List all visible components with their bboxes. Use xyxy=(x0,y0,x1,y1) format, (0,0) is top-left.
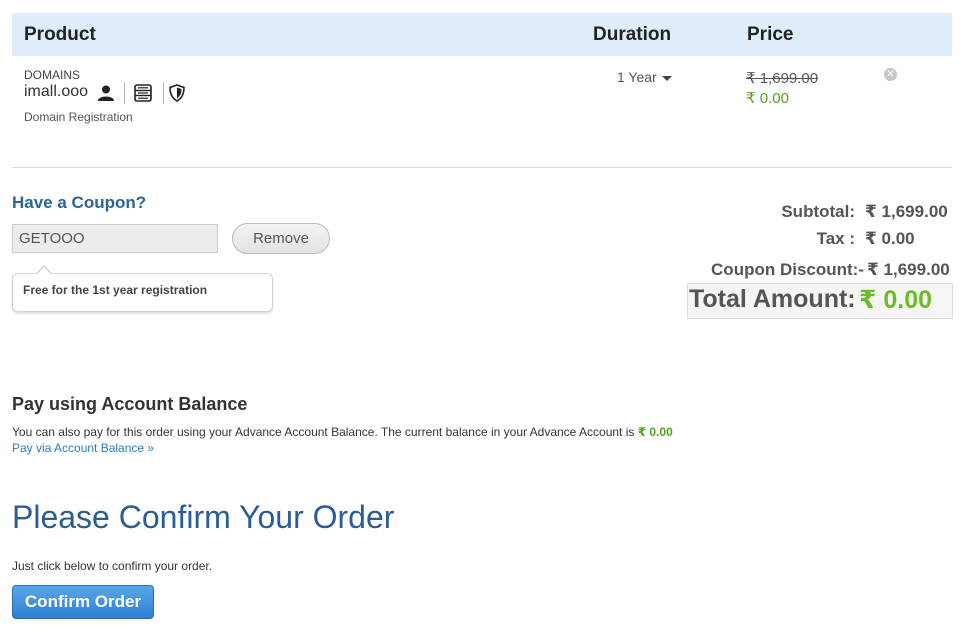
tax-value: ₹ 0.00 xyxy=(865,229,915,248)
dns-server-icon[interactable] xyxy=(132,82,154,104)
duration-value: 1 Year xyxy=(617,69,657,85)
confirm-order-button[interactable]: Confirm Order xyxy=(12,585,154,619)
coupon-title: Have a Coupon? xyxy=(12,193,147,212)
price-column-header: Price xyxy=(747,24,794,45)
cart-header xyxy=(12,13,952,56)
discounted-price: ₹ 0.00 xyxy=(746,90,789,107)
contact-privacy-icon[interactable] xyxy=(96,82,116,104)
caret-down-icon xyxy=(661,75,672,81)
subtotal-value: ₹ 1,699.00 xyxy=(865,202,948,221)
duration-column-header: Duration xyxy=(593,24,672,45)
total-amount-label: Total Amount: xyxy=(689,285,856,313)
divider xyxy=(12,167,952,168)
account-balance-amount: ₹ 0.00 xyxy=(637,425,673,439)
product-category: DOMAINS xyxy=(24,68,81,82)
coupon-message: Free for the 1st year registration xyxy=(23,283,208,297)
coupon-code-input[interactable] xyxy=(12,224,218,253)
domain-name: imall.ooo xyxy=(24,83,89,100)
account-balance-text: You can also pay for this order using yo… xyxy=(12,425,635,439)
total-amount-value: ₹ 0.00 xyxy=(859,286,932,314)
product-type: Domain Registration xyxy=(24,110,133,124)
duration-select[interactable]: 1 Year xyxy=(617,69,672,85)
coupon-discount-label: Coupon Discount:- xyxy=(711,260,864,279)
product-column-header: Product xyxy=(24,24,96,45)
confirm-order-description: Just click below to confirm your order. xyxy=(12,559,213,573)
subtotal-label: Subtotal: xyxy=(781,202,855,221)
original-price: ₹ 1,699.00 xyxy=(746,70,819,87)
pay-via-account-balance-link[interactable]: Pay via Account Balance » xyxy=(12,441,154,455)
account-balance-description: You can also pay for this order using yo… xyxy=(12,425,673,439)
confirm-order-title: Please Confirm Your Order xyxy=(12,499,395,535)
account-balance-title: Pay using Account Balance xyxy=(12,394,248,414)
tooltip-arrow-fill xyxy=(36,267,52,275)
shield-security-icon[interactable] xyxy=(167,82,187,104)
remove-coupon-button[interactable]: Remove xyxy=(232,223,330,254)
addon-separator xyxy=(124,82,125,104)
tax-label: Tax : xyxy=(816,229,855,248)
coupon-discount-value: ₹ 1,699.00 xyxy=(867,260,950,279)
addon-separator xyxy=(163,82,164,104)
remove-item-icon[interactable]: ✕ xyxy=(884,68,897,81)
